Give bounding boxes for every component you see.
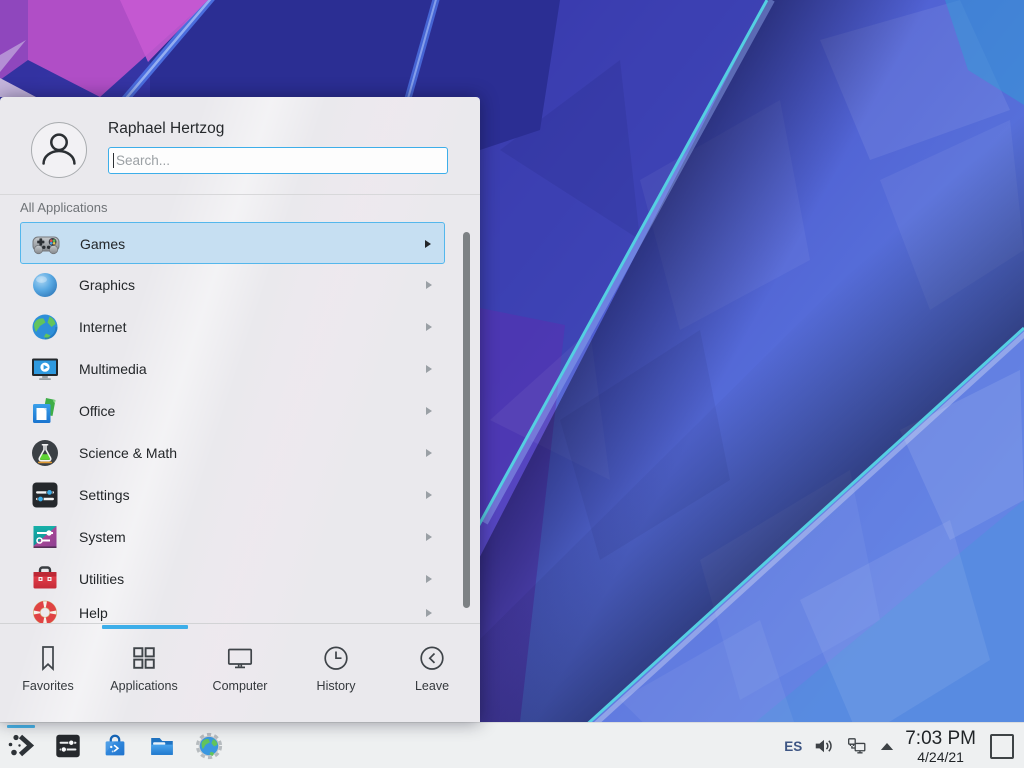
tab-label: History: [317, 679, 356, 693]
system-settings-button[interactable]: [52, 723, 84, 768]
search-box: [108, 147, 448, 174]
category-row-office[interactable]: Office: [20, 390, 445, 432]
header-divider: [0, 194, 480, 195]
category-label: Games: [80, 223, 125, 265]
category-list: Games Graphics: [0, 222, 480, 623]
tab-favorites[interactable]: Favorites: [0, 629, 96, 722]
digital-clock[interactable]: 7:03 PM 4/24/21: [905, 729, 976, 764]
category-label: Settings: [79, 474, 130, 516]
taskbar-apps: [5, 723, 225, 768]
clock-icon: [321, 643, 351, 673]
network-icon: [846, 735, 869, 758]
user-avatar[interactable]: [31, 122, 87, 178]
submenu-arrow-icon: [426, 575, 432, 583]
application-launcher-button[interactable]: [5, 723, 37, 768]
volume-icon: [813, 735, 835, 757]
shopping-bag-icon: [100, 731, 130, 761]
text-caret: [113, 153, 114, 168]
globe-gear-icon: [194, 731, 224, 761]
category-label: Graphics: [79, 264, 135, 306]
application-launcher-menu: Raphael Hertzog All Applications: [0, 97, 480, 722]
show-desktop-button[interactable]: [990, 734, 1014, 759]
category-label: Office: [79, 390, 115, 432]
utilities-icon: [29, 563, 61, 595]
submenu-arrow-icon: [426, 365, 432, 373]
web-browser-button[interactable]: [193, 723, 225, 768]
clock-time: 7:03 PM: [905, 729, 976, 748]
user-icon: [32, 123, 86, 177]
help-icon: [29, 597, 61, 623]
footer-divider: [0, 623, 480, 624]
expand-tray-icon: [880, 742, 894, 751]
submenu-arrow-icon: [426, 449, 432, 457]
tab-label: Computer: [213, 679, 268, 693]
leave-icon: [417, 643, 447, 673]
office-icon: [29, 395, 61, 427]
tab-leave[interactable]: Leave: [384, 629, 480, 722]
user-name: Raphael Hertzog: [108, 119, 224, 139]
grid-icon: [129, 643, 159, 673]
category-row-internet[interactable]: Internet: [20, 306, 445, 348]
desktop: Raphael Hertzog All Applications: [0, 0, 1024, 768]
expand-tray-button[interactable]: [880, 742, 894, 751]
category-label: System: [79, 516, 126, 558]
category-row-games[interactable]: Games: [20, 222, 445, 264]
category-row-graphics[interactable]: Graphics: [20, 264, 445, 306]
multimedia-icon: [29, 353, 61, 385]
clock-date: 4/24/21: [917, 750, 964, 764]
settings-icon: [29, 479, 61, 511]
category-row-help[interactable]: Help: [20, 592, 445, 623]
bookmark-icon: [33, 643, 63, 673]
file-manager-button[interactable]: [146, 723, 178, 768]
graphics-icon: [29, 269, 61, 301]
games-icon: [30, 228, 62, 260]
monitor-icon: [225, 643, 255, 673]
sliders-icon: [53, 731, 83, 761]
system-tray: ES: [784, 723, 1014, 768]
kde-launcher-icon: [6, 731, 36, 761]
submenu-arrow-icon: [426, 609, 432, 617]
discover-button[interactable]: [99, 723, 131, 768]
submenu-arrow-icon: [426, 491, 432, 499]
category-row-system[interactable]: System: [20, 516, 445, 558]
internet-icon: [29, 311, 61, 343]
system-icon: [29, 521, 61, 553]
submenu-arrow-icon: [425, 240, 431, 248]
submenu-arrow-icon: [426, 533, 432, 541]
submenu-arrow-icon: [426, 323, 432, 331]
science-icon: [29, 437, 61, 469]
footer-tab-bar: Favorites Applications: [0, 629, 480, 722]
tab-label: Leave: [415, 679, 449, 693]
category-row-science[interactable]: Science & Math: [20, 432, 445, 474]
category-label: Science & Math: [79, 432, 177, 474]
submenu-arrow-icon: [426, 281, 432, 289]
section-label: All Applications: [20, 200, 107, 215]
category-label: Internet: [79, 306, 126, 348]
network-button[interactable]: [846, 735, 869, 758]
submenu-arrow-icon: [426, 407, 432, 415]
tab-applications[interactable]: Applications: [96, 629, 192, 722]
taskbar: ES: [0, 722, 1024, 768]
keyboard-layout-indicator[interactable]: ES: [784, 739, 802, 754]
active-task-indicator: [7, 725, 35, 728]
folder-icon: [147, 731, 177, 761]
scrollbar[interactable]: [463, 232, 470, 608]
category-row-settings[interactable]: Settings: [20, 474, 445, 516]
search-input[interactable]: [108, 147, 448, 174]
category-label: Multimedia: [79, 348, 147, 390]
tab-computer[interactable]: Computer: [192, 629, 288, 722]
tab-label: Favorites: [22, 679, 73, 693]
tab-history[interactable]: History: [288, 629, 384, 722]
volume-button[interactable]: [813, 735, 835, 757]
category-label: Help: [79, 592, 108, 623]
category-row-multimedia[interactable]: Multimedia: [20, 348, 445, 390]
tab-label: Applications: [110, 679, 177, 693]
